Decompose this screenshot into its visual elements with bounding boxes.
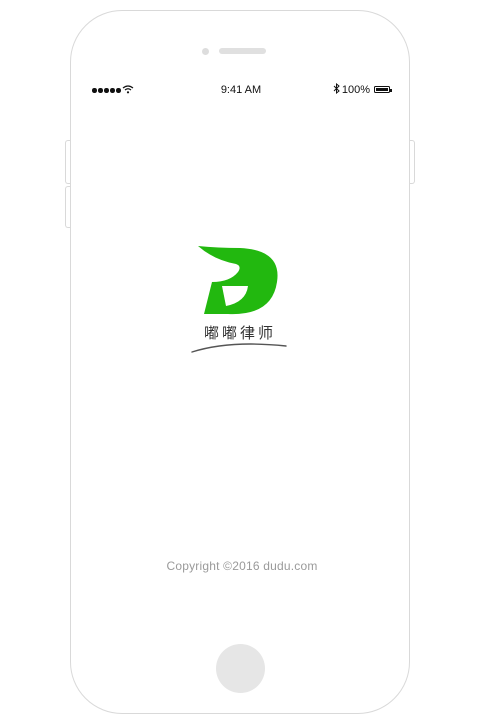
copyright-text: Copyright ©2016 dudu.com bbox=[166, 559, 318, 573]
phone-frame bbox=[70, 10, 410, 714]
brand-swoosh-decoration bbox=[191, 343, 287, 353]
status-bar: 9:41 AM 100% bbox=[86, 80, 396, 100]
home-button[interactable] bbox=[216, 644, 265, 693]
battery-icon bbox=[374, 86, 392, 93]
front-camera bbox=[202, 48, 209, 55]
battery-percentage: 100% bbox=[341, 84, 370, 96]
earpiece-speaker bbox=[219, 48, 266, 54]
power-button[interactable] bbox=[410, 140, 415, 184]
bluetooth-icon bbox=[333, 83, 340, 94]
